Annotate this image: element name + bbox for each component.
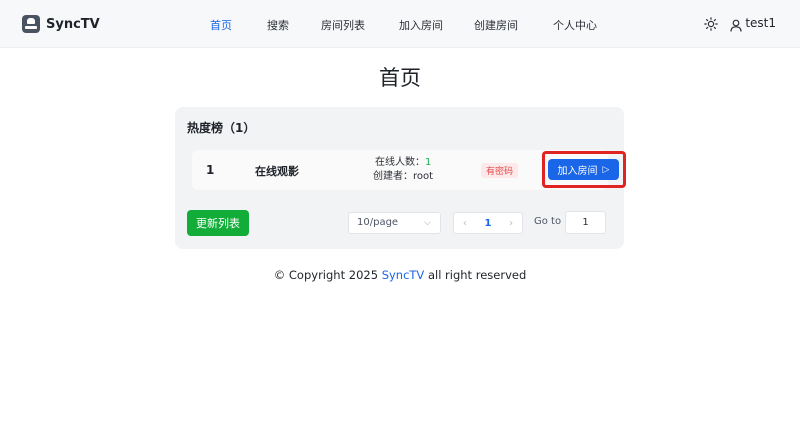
page-title: 首页 — [379, 66, 421, 90]
synctv-logo-icon — [22, 15, 40, 33]
nav-item-home[interactable]: 首页 — [210, 17, 232, 33]
creator-name: root — [413, 171, 434, 182]
footer: © Copyright 2025 SyncTV all right reserv… — [0, 268, 800, 282]
current-page[interactable]: 1 — [485, 218, 492, 229]
page-size-value: 10/page — [357, 217, 399, 228]
footer-prefix: © Copyright 2025 — [273, 268, 382, 282]
user-icon — [730, 17, 742, 32]
goto-page-input[interactable]: 1 — [565, 211, 606, 234]
nav-item-room-list[interactable]: 房间列表 — [321, 17, 365, 33]
chevron-down-icon: ⌵ — [424, 218, 431, 228]
goto-label: Go to — [534, 216, 562, 227]
logo-text: SyncTV — [46, 16, 100, 32]
top-header: SyncTV 首页 搜索 房间列表 加入房间 创建房间 个人中心 test1 — [0, 0, 800, 48]
password-badge: 有密码 — [481, 163, 519, 178]
sun-icon[interactable] — [704, 16, 719, 31]
hot-list-card: 热度榜（1） 1 在线观影 在线人数：1 创建者：root 有密码 加入房间 ▷… — [175, 107, 626, 249]
footer-suffix: all right reserved — [424, 268, 527, 282]
refresh-list-button[interactable]: 更新列表 — [187, 210, 249, 236]
username[interactable]: test1 — [745, 16, 776, 30]
nav-item-join-room[interactable]: 加入房间 — [399, 17, 443, 33]
creator-label: 创建者： — [373, 171, 413, 182]
nav-item-create-room[interactable]: 创建房间 — [474, 17, 518, 33]
header-right: test1 — [704, 16, 776, 32]
logo[interactable]: SyncTV — [22, 15, 100, 33]
page-size-select[interactable]: 10/page ⌵ — [348, 212, 441, 234]
main-nav: 首页 搜索 房间列表 加入房间 创建房间 个人中心 — [196, 17, 597, 33]
play-icon: ▷ — [602, 164, 610, 175]
next-page-icon[interactable]: › — [509, 218, 513, 229]
nav-item-profile[interactable]: 个人中心 — [553, 17, 597, 33]
online-label: 在线人数： — [375, 157, 425, 168]
room-rank: 1 — [206, 163, 215, 177]
hot-list-title: 热度榜（1） — [187, 121, 256, 135]
join-room-button[interactable]: 加入房间 ▷ — [548, 159, 619, 180]
prev-page-icon[interactable]: ‹ — [463, 218, 467, 229]
pagination: ‹ 1 › — [453, 212, 523, 234]
footer-brand-link[interactable]: SyncTV — [382, 268, 425, 282]
nav-item-search[interactable]: 搜索 — [267, 17, 289, 33]
join-room-label: 加入房间 — [557, 166, 598, 177]
room-row: 1 在线观影 在线人数：1 创建者：root 有密码 加入房间 ▷ — [192, 150, 626, 190]
online-count: 1 — [425, 157, 432, 168]
room-name: 在线观影 — [255, 165, 299, 178]
room-info: 在线人数：1 创建者：root — [373, 156, 434, 184]
